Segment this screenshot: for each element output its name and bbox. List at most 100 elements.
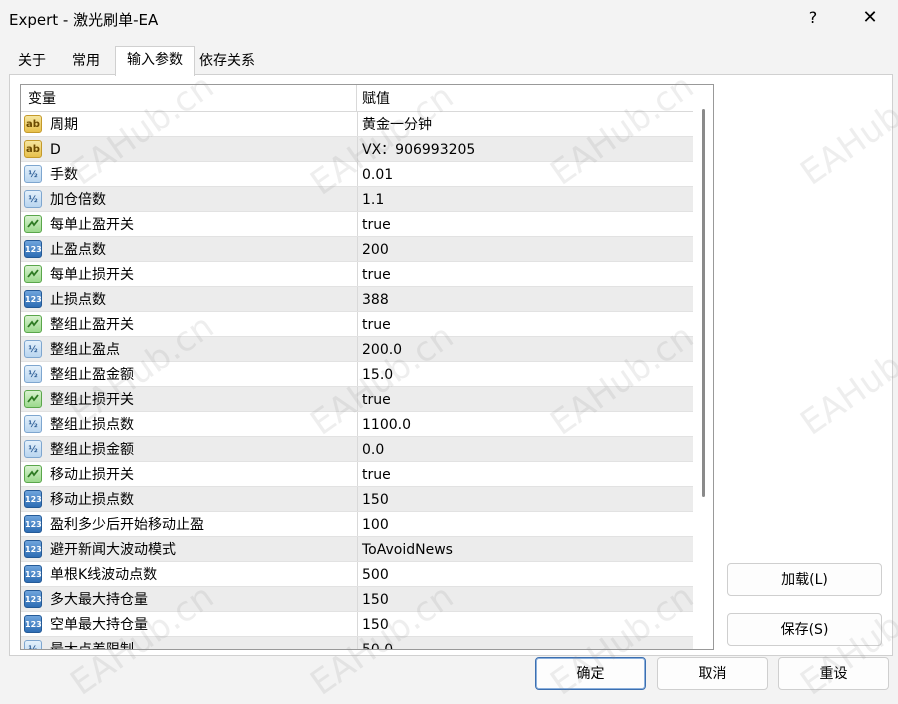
parameter-value[interactable]: 388	[362, 287, 389, 311]
parameter-value[interactable]: 200	[362, 237, 389, 261]
column-divider	[357, 137, 358, 161]
parameter-name: 每单止损开关	[50, 267, 134, 283]
table-row[interactable]: 123 止盈点数 200	[21, 237, 693, 262]
parameter-value[interactable]: ToAvoidNews	[362, 537, 453, 561]
double-type-icon: ½	[24, 165, 42, 183]
reset-button[interactable]: 重设	[778, 657, 889, 690]
parameter-name: 空单最大持仓量	[50, 617, 148, 633]
load-button[interactable]: 加载(L)	[727, 563, 882, 596]
parameter-value[interactable]: 1.1	[362, 187, 384, 211]
integer-type-icon: 123	[24, 240, 42, 258]
column-header-variable[interactable]: 变量	[21, 85, 357, 111]
parameter-value[interactable]: true	[362, 462, 391, 486]
parameter-value[interactable]: 150	[362, 487, 389, 511]
parameter-value[interactable]: 黄金一分钟	[362, 112, 432, 136]
parameter-name: 整组止盈点	[50, 342, 120, 358]
ok-button[interactable]: 确定	[535, 657, 646, 690]
integer-type-icon: 123	[24, 590, 42, 608]
column-divider	[357, 487, 358, 511]
double-type-icon: ½	[24, 365, 42, 383]
table-body: ab 周期 黄金一分钟 ab D VX：906993205 ½ 手数 0.01 ½ 加仓倍数 1.1 每…	[21, 112, 693, 650]
parameter-value[interactable]: true	[362, 212, 391, 236]
parameter-value[interactable]: 500	[362, 562, 389, 586]
column-divider	[357, 287, 358, 311]
table-row[interactable]: 123 多大最大持仓量 150	[21, 587, 693, 612]
table-row[interactable]: 123 单根K线波动点数 500	[21, 562, 693, 587]
help-button[interactable]: ?	[798, 4, 828, 32]
parameter-name: 整组止损开关	[50, 392, 134, 408]
parameter-value[interactable]: 15.0	[362, 362, 393, 386]
parameter-name: 整组止损点数	[50, 417, 134, 433]
table-row[interactable]: ½ 整组止损金额 0.0	[21, 437, 693, 462]
table-row[interactable]: ½ 整组止盈点 200.0	[21, 337, 693, 362]
parameter-value[interactable]: 150	[362, 587, 389, 611]
column-divider	[357, 337, 358, 361]
table-header: 变量 赋值	[21, 85, 693, 112]
column-divider	[357, 637, 358, 649]
double-type-icon: ½	[24, 415, 42, 433]
window-title: Expert - 激光刷单-EA	[9, 11, 159, 29]
parameter-value[interactable]: 1100.0	[362, 412, 411, 436]
table-row[interactable]: 整组止损开关 true	[21, 387, 693, 412]
column-divider	[357, 112, 358, 136]
column-divider	[357, 537, 358, 561]
parameter-value[interactable]: 100	[362, 512, 389, 536]
table-row[interactable]: 每单止损开关 true	[21, 262, 693, 287]
boolean-type-icon	[24, 265, 42, 283]
column-divider	[357, 362, 358, 386]
table-row[interactable]: 123 空单最大持仓量 150	[21, 612, 693, 637]
parameter-name: 整组止盈开关	[50, 317, 134, 333]
column-divider	[357, 562, 358, 586]
parameters-table[interactable]: 变量 赋值 ab 周期 黄金一分钟 ab D VX：906993205 ½ 手数 0.01 ½ 加仓…	[20, 84, 714, 650]
table-row[interactable]: ab 周期 黄金一分钟	[21, 112, 693, 137]
string-type-icon: ab	[24, 115, 42, 133]
parameter-name: 整组止损金额	[50, 442, 134, 458]
table-row[interactable]: 123 止损点数 388	[21, 287, 693, 312]
table-row[interactable]: 整组止盈开关 true	[21, 312, 693, 337]
parameter-value[interactable]: true	[362, 262, 391, 286]
table-row[interactable]: ½ 手数 0.01	[21, 162, 693, 187]
boolean-type-icon	[24, 215, 42, 233]
table-row[interactable]: ab D VX：906993205	[21, 137, 693, 162]
vertical-scrollbar[interactable]	[693, 85, 713, 649]
parameter-value[interactable]: true	[362, 312, 391, 336]
parameter-name: 最大点差限制	[50, 642, 134, 650]
parameter-name: 移动止损开关	[50, 467, 134, 483]
table-row[interactable]: ½ 最大点差限制 50.0	[21, 637, 693, 650]
parameter-name: 手数	[50, 167, 78, 183]
integer-type-icon: 123	[24, 565, 42, 583]
table-row[interactable]: ½ 加仓倍数 1.1	[21, 187, 693, 212]
parameter-value[interactable]: VX：906993205	[362, 137, 475, 161]
parameter-value[interactable]: true	[362, 387, 391, 411]
save-button[interactable]: 保存(S)	[727, 613, 882, 646]
string-type-icon: ab	[24, 140, 42, 158]
double-type-icon: ½	[24, 190, 42, 208]
parameter-name: 加仓倍数	[50, 192, 106, 208]
parameter-value[interactable]: 50.0	[362, 637, 393, 649]
table-row[interactable]: 123 盈利多少后开始移动止盈 100	[21, 512, 693, 537]
column-divider	[357, 412, 358, 436]
table-row[interactable]: 123 移动止损点数 150	[21, 487, 693, 512]
scrollbar-thumb[interactable]	[702, 109, 705, 497]
table-row[interactable]: 123 避开新闻大波动模式 ToAvoidNews	[21, 537, 693, 562]
table-row[interactable]: 每单止盈开关 true	[21, 212, 693, 237]
tab-dependencies[interactable]: 依存关系	[195, 48, 259, 74]
parameter-value[interactable]: 0.0	[362, 437, 384, 461]
parameter-value[interactable]: 200.0	[362, 337, 402, 361]
parameter-name: 每单止盈开关	[50, 217, 134, 233]
close-button[interactable]: ✕	[852, 4, 888, 32]
column-divider	[357, 262, 358, 286]
tab-common[interactable]: 常用	[61, 48, 111, 74]
parameter-name: 单根K线波动点数	[50, 567, 158, 583]
table-row[interactable]: 移动止损开关 true	[21, 462, 693, 487]
parameter-value[interactable]: 0.01	[362, 162, 393, 186]
column-header-value[interactable]: 赋值	[357, 85, 693, 111]
column-divider	[357, 437, 358, 461]
table-row[interactable]: ½ 整组止盈金额 15.0	[21, 362, 693, 387]
cancel-button[interactable]: 取消	[657, 657, 768, 690]
tab-about[interactable]: 关于	[9, 48, 55, 74]
boolean-type-icon	[24, 390, 42, 408]
tab-inputs[interactable]: 输入参数	[115, 46, 195, 76]
table-row[interactable]: ½ 整组止损点数 1100.0	[21, 412, 693, 437]
parameter-value[interactable]: 150	[362, 612, 389, 636]
